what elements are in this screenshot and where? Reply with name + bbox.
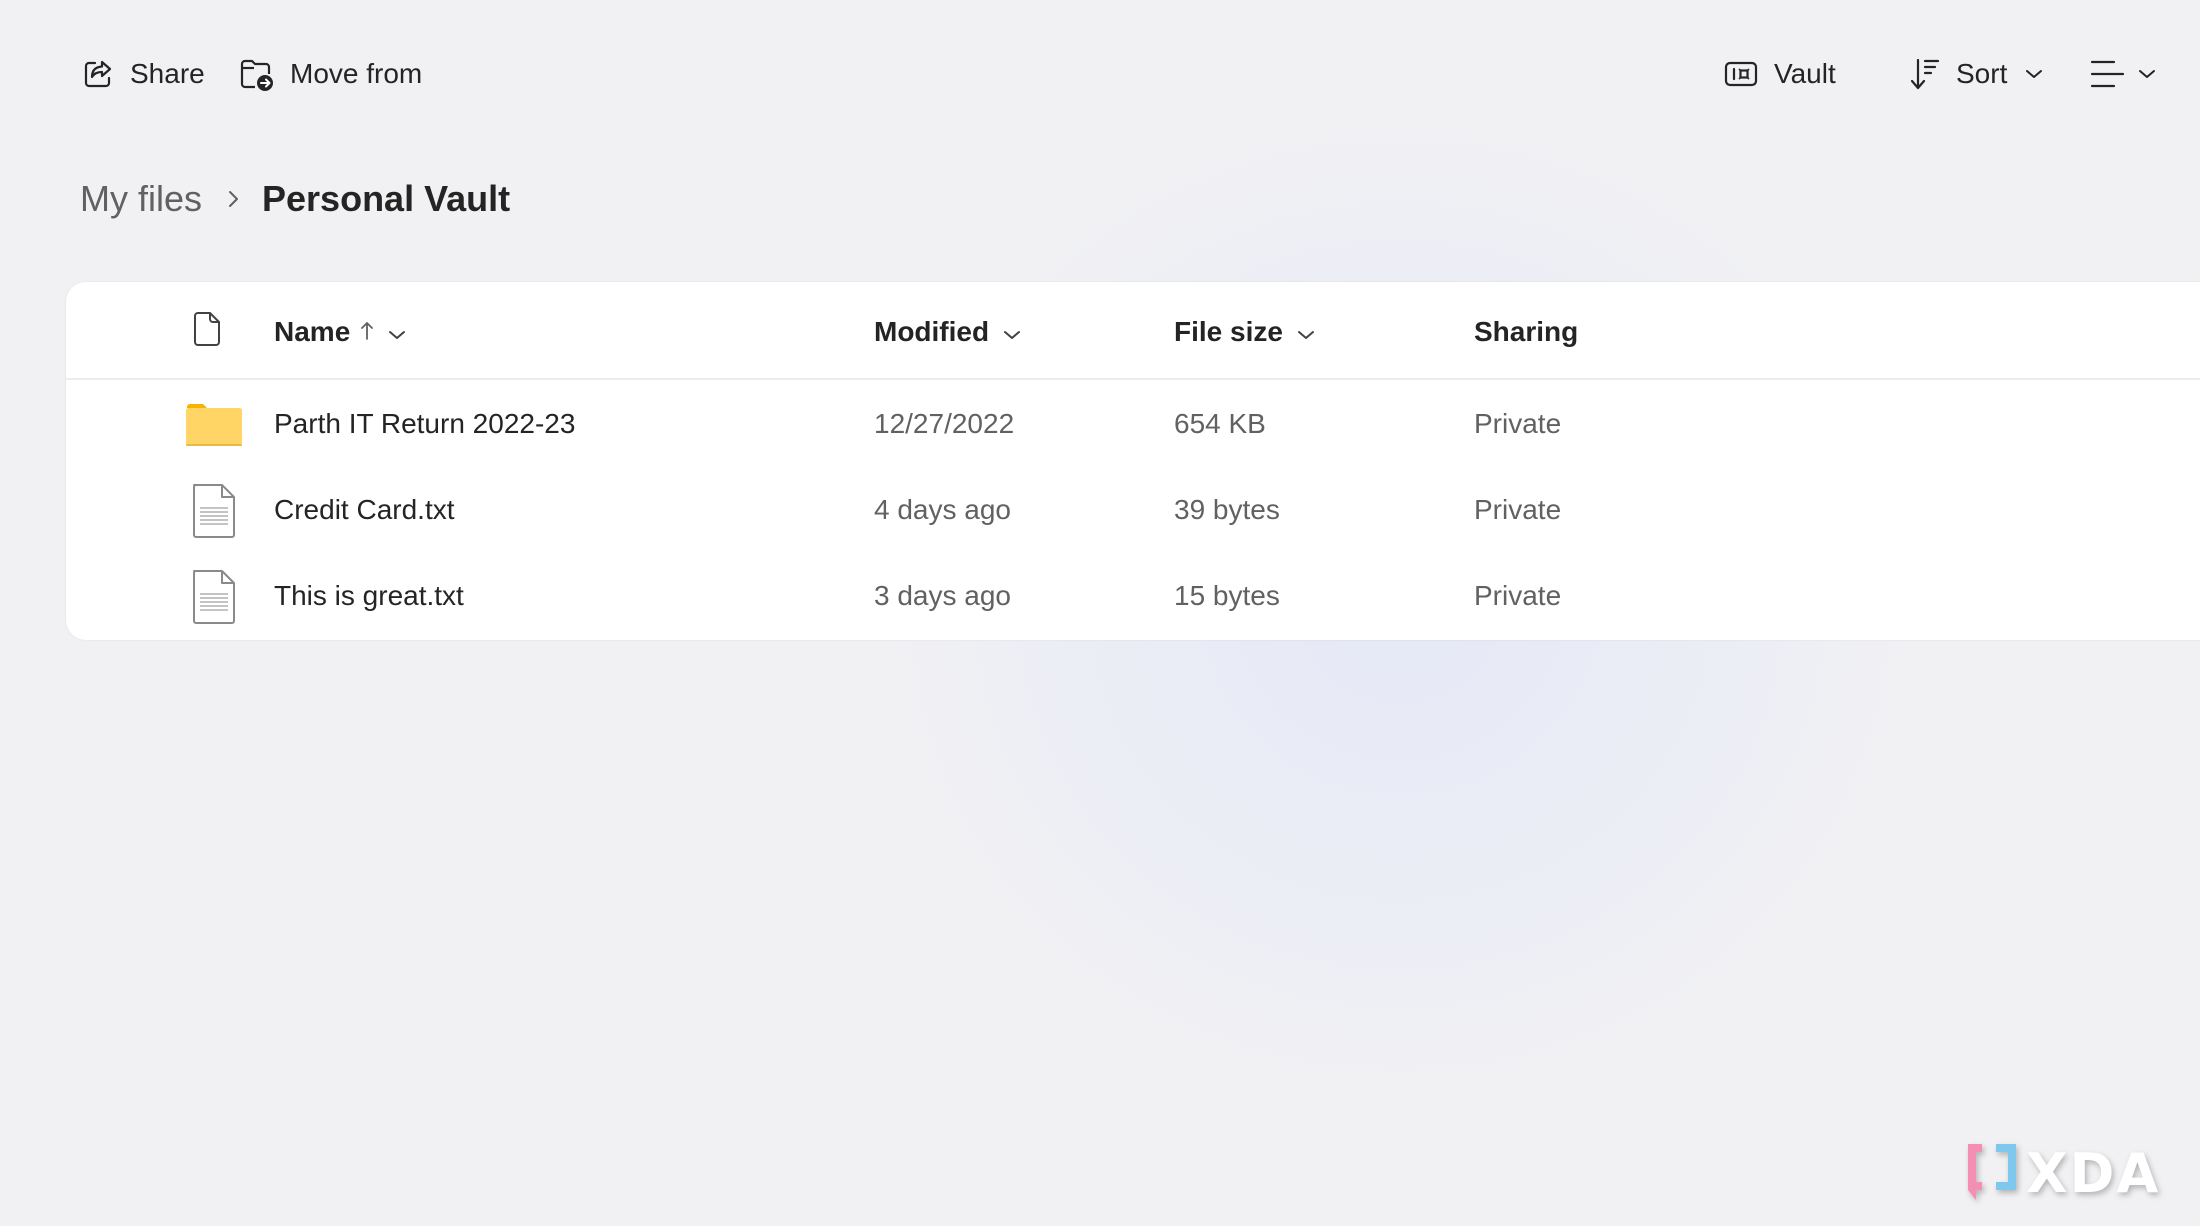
file-size: 654 KB — [1174, 408, 1266, 439]
sort-button[interactable]: Sort — [1910, 50, 2043, 98]
vault-button[interactable]: Vault — [1724, 50, 1836, 98]
sort-ascending-icon — [360, 316, 374, 348]
modified-header-label: Modified — [874, 316, 990, 347]
breadcrumb-personal-vault: Personal Vault — [262, 178, 511, 219]
share-label: Share — [130, 58, 205, 89]
folder-move-icon — [238, 56, 274, 92]
text-file-icon — [184, 482, 244, 540]
column-header-file-size[interactable]: File size — [1174, 312, 1315, 352]
name-header-label: Name — [274, 316, 351, 347]
chevron-right-icon — [226, 188, 240, 210]
column-header-name[interactable]: Name — [274, 312, 406, 352]
breadcrumb: My files Personal Vault — [80, 178, 510, 220]
text-file-icon — [184, 568, 244, 626]
chevron-down-icon — [2138, 68, 2156, 80]
list-view-icon — [2090, 58, 2124, 90]
vault-icon — [1724, 60, 1758, 88]
table-row[interactable]: This is great.txt 3 days ago 15 bytes Pr… — [66, 554, 2200, 640]
modified-date: 4 days ago — [874, 494, 1011, 525]
file-size-header-label: File size — [1174, 316, 1283, 347]
file-name[interactable]: Credit Card.txt — [274, 494, 455, 526]
share-button[interactable]: Share — [82, 50, 205, 98]
file-size: 39 bytes — [1174, 494, 1280, 525]
chevron-down-icon — [1297, 316, 1315, 348]
breadcrumb-my-files[interactable]: My files — [80, 178, 202, 220]
sharing-status: Private — [1474, 494, 1562, 525]
modified-date: 12/27/2022 — [874, 408, 1015, 439]
modified-date: 3 days ago — [874, 580, 1011, 611]
move-from-label: Move from — [290, 58, 423, 89]
file-name[interactable]: Parth IT Return 2022-23 — [274, 408, 575, 440]
file-list: Name Modified File size Sharing Parth IT… — [66, 282, 2200, 640]
sharing-status: Private — [1474, 408, 1562, 439]
file-type-header[interactable] — [194, 311, 222, 354]
file-type-icon — [194, 311, 222, 354]
sort-label: Sort — [1956, 58, 2008, 89]
command-bar: Share Move from Vault Sort — [0, 0, 2200, 110]
file-size: 15 bytes — [1174, 580, 1280, 611]
column-header-row: Name Modified File size Sharing — [66, 282, 2200, 380]
chevron-down-icon — [2025, 68, 2043, 80]
chevron-down-icon — [388, 316, 406, 348]
folder-icon — [184, 396, 244, 454]
file-name[interactable]: This is great.txt — [274, 580, 464, 612]
xda-watermark: XDA — [1966, 1140, 2160, 1207]
column-header-modified[interactable]: Modified — [874, 312, 1021, 352]
chevron-down-icon — [1003, 316, 1021, 348]
xda-logo-icon — [1966, 1140, 2020, 1207]
vault-label: Vault — [1774, 58, 1836, 89]
move-from-button[interactable]: Move from — [238, 50, 422, 98]
share-icon — [82, 58, 114, 90]
watermark-text: XDA — [2026, 1142, 2161, 1205]
sharing-status: Private — [1474, 580, 1562, 611]
sort-icon — [1910, 57, 1940, 91]
table-row[interactable]: Credit Card.txt 4 days ago 39 bytes Priv… — [66, 468, 2200, 554]
view-options-button[interactable] — [2090, 50, 2156, 98]
table-row[interactable]: Parth IT Return 2022-23 12/27/2022 654 K… — [66, 382, 2200, 468]
column-header-sharing: Sharing — [1474, 312, 1578, 352]
sharing-header-label: Sharing — [1474, 316, 1579, 347]
